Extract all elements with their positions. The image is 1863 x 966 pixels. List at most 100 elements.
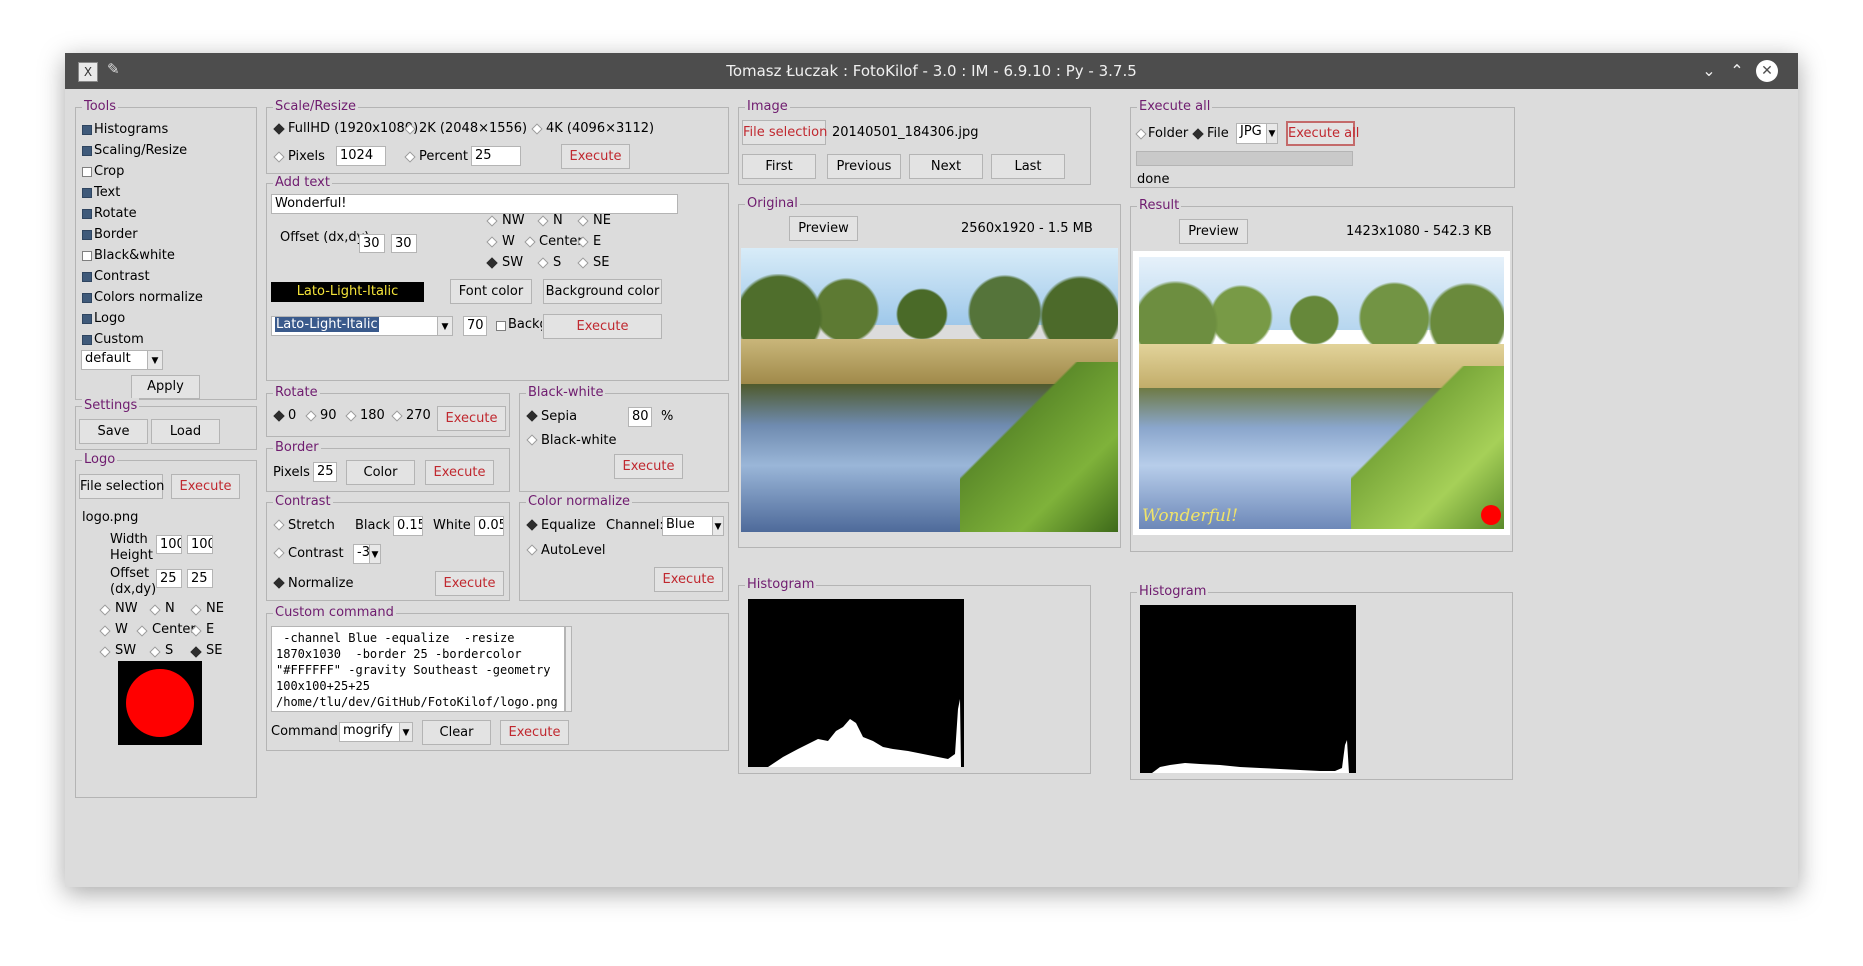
contrast-radio[interactable] [273, 547, 285, 559]
rotate-0-radio[interactable] [273, 410, 285, 422]
previous-button[interactable]: Previous [827, 154, 901, 179]
contrast-select[interactable]: -3 ▼ [353, 544, 381, 564]
tool-checkbox[interactable] [82, 314, 92, 324]
text-sw-radio[interactable] [486, 257, 498, 269]
close-icon[interactable]: ✕ [1756, 60, 1778, 82]
tool-label: Border [94, 227, 138, 242]
channel-select[interactable]: Blue ▼ [662, 516, 724, 536]
rotate-270-radio[interactable] [391, 410, 403, 422]
result-overlay-text: Wonderful! [1142, 506, 1239, 526]
font-size-input[interactable]: 70 [463, 316, 487, 336]
equalize-radio[interactable] [526, 519, 538, 531]
rotate-90-radio[interactable] [305, 410, 317, 422]
tool-checkbox[interactable] [82, 167, 92, 177]
tool-checkbox[interactable] [82, 125, 92, 135]
logo-center-radio[interactable] [136, 625, 148, 637]
tool-checkbox[interactable] [82, 146, 92, 156]
normalize-radio[interactable] [273, 577, 285, 589]
command-select[interactable]: mogrify ▼ [339, 722, 413, 742]
tool-checkbox[interactable] [82, 230, 92, 240]
text-dy-input[interactable]: 30 [391, 234, 417, 253]
logo-dx-input[interactable]: 25 [156, 569, 182, 588]
tool-checkbox[interactable] [82, 209, 92, 219]
sepia-input[interactable]: 80 [628, 407, 652, 427]
logo-execute-button[interactable]: Execute [171, 474, 240, 499]
text-se-radio[interactable] [577, 257, 589, 269]
text-execute-button[interactable]: Execute [543, 314, 662, 339]
custom-scrollbar[interactable] [565, 626, 572, 712]
rotate-180-radio[interactable] [345, 410, 357, 422]
black-input[interactable]: 0.15 [393, 516, 423, 536]
logo-file-selection-button[interactable]: File selection [79, 474, 164, 499]
custom-clear-button[interactable]: Clear [422, 720, 491, 745]
logo-se-radio[interactable] [190, 646, 202, 658]
background-color-button[interactable]: Background color [543, 279, 662, 304]
logo-nw-radio[interactable] [99, 604, 111, 616]
text-n-radio[interactable] [537, 215, 549, 227]
image-file-selection-button[interactable]: File selection [742, 120, 827, 145]
tool-label: Scaling/Resize [94, 143, 188, 158]
autolevel-radio[interactable] [526, 544, 538, 556]
text-nw-label: NW [502, 213, 525, 228]
rotate-execute-button[interactable]: Execute [437, 406, 506, 431]
pixels-radio[interactable] [273, 151, 285, 163]
logo-dy-input[interactable]: 25 [187, 569, 213, 588]
logo-height-input[interactable]: 100 [187, 535, 213, 554]
apply-button[interactable]: Apply [131, 375, 200, 399]
percent-label: Percent [419, 149, 468, 164]
custom-command-textarea[interactable]: -channel Blue -equalize -resize 1870x103… [271, 626, 565, 712]
logo-s-radio[interactable] [149, 646, 161, 658]
text-dx-input[interactable]: 30 [359, 234, 385, 253]
load-button[interactable]: Load [151, 419, 220, 444]
text-ne-radio[interactable] [577, 215, 589, 227]
logo-n-radio[interactable] [149, 604, 161, 616]
original-preview-button[interactable]: Preview [789, 216, 858, 241]
result-preview-button[interactable]: Preview [1179, 219, 1248, 244]
sepia-radio[interactable] [526, 410, 538, 422]
text-w-radio[interactable] [486, 236, 498, 248]
border-color-button[interactable]: Color [346, 460, 415, 485]
text-input[interactable]: Wonderful! [271, 194, 678, 214]
logo-ne-radio[interactable] [190, 604, 202, 616]
folder-radio[interactable] [1135, 128, 1147, 140]
bw-radio[interactable] [526, 434, 538, 446]
format-select[interactable]: JPG ▼ [1236, 123, 1278, 144]
first-button[interactable]: First [742, 154, 816, 179]
font-color-button[interactable]: Font color [450, 279, 532, 304]
last-button[interactable]: Last [991, 154, 1065, 179]
logo-width-input[interactable]: 100 [156, 535, 182, 554]
text-background-checkbox[interactable] [496, 321, 506, 331]
fullhd-radio[interactable] [273, 123, 285, 135]
percent-radio[interactable] [404, 151, 416, 163]
percent-input[interactable]: 25 [471, 146, 521, 166]
bw-execute-button[interactable]: Execute [614, 454, 683, 479]
4k-radio[interactable] [531, 123, 543, 135]
logo-w-radio[interactable] [99, 625, 111, 637]
text-center-radio[interactable] [524, 236, 536, 248]
white-input[interactable]: 0.05 [474, 516, 504, 536]
minimize-icon[interactable]: ⌄ [1697, 59, 1721, 83]
save-button[interactable]: Save [79, 419, 148, 444]
stretch-radio[interactable] [273, 519, 285, 531]
text-s-radio[interactable] [537, 257, 549, 269]
next-button[interactable]: Next [909, 154, 983, 179]
maximize-icon[interactable]: ⌃ [1725, 59, 1749, 83]
tool-checkbox[interactable] [82, 293, 92, 303]
tool-checkbox[interactable] [82, 335, 92, 345]
border-execute-button[interactable]: Execute [425, 460, 494, 485]
scale-execute-button[interactable]: Execute [561, 144, 630, 169]
execute-all-button[interactable]: Execute all [1286, 121, 1359, 146]
file-radio[interactable] [1192, 128, 1204, 140]
profile-select[interactable]: default ▼ [81, 350, 163, 370]
text-nw-radio[interactable] [486, 215, 498, 227]
tool-checkbox[interactable] [82, 188, 92, 198]
contrast-execute-button[interactable]: Execute [435, 571, 504, 596]
logo-sw-radio[interactable] [99, 646, 111, 658]
tool-checkbox[interactable] [82, 251, 92, 261]
pixels-input[interactable]: 1024 [336, 146, 386, 166]
custom-execute-button[interactable]: Execute [500, 720, 569, 745]
border-pixels-input[interactable]: 25 [313, 462, 337, 482]
font-select[interactable]: Lato-Light-Italic ▼ [271, 316, 453, 336]
tool-checkbox[interactable] [82, 272, 92, 282]
normalize-execute-button[interactable]: Execute [654, 567, 723, 592]
